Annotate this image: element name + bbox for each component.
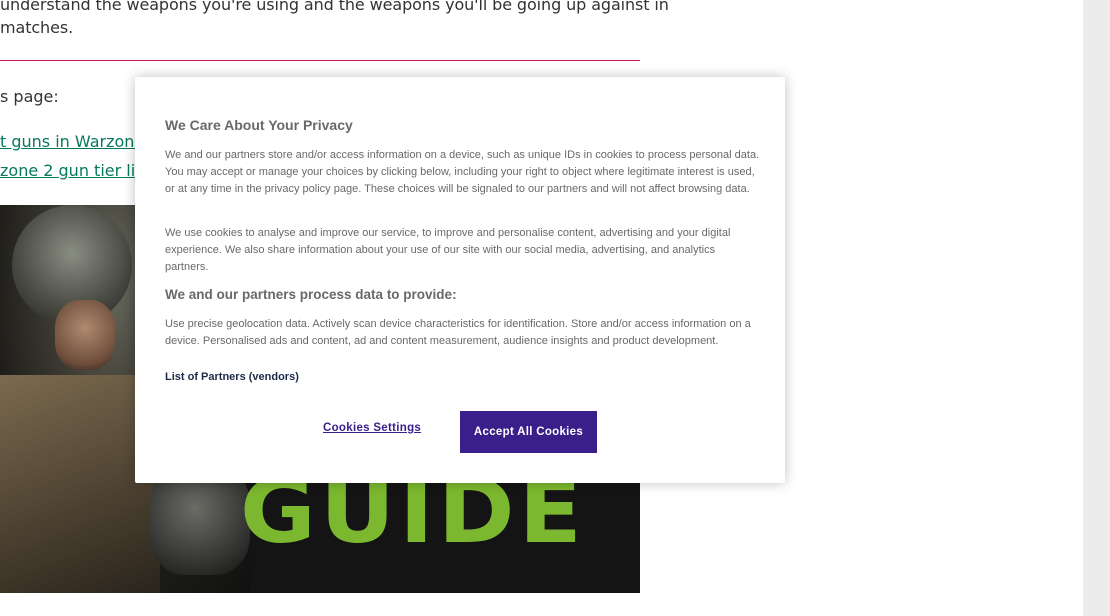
purposes-text: Use precise geolocation data. Actively s… (165, 318, 751, 347)
article-paragraph-line: matches. (0, 18, 74, 37)
accept-all-cookies-button[interactable]: Accept All Cookies (460, 411, 597, 453)
cookie-consent-dialog: We Care About Your Privacy We and our pa… (135, 77, 785, 483)
dialog-paragraph-usage: We use cookies to analyse and improve ou… (165, 227, 731, 273)
article-paragraph-line: understand the weapons you're using and … (0, 0, 669, 14)
page-list-label: s page: (0, 87, 59, 106)
section-divider (0, 60, 640, 61)
dialog-title: We Care About Your Privacy (165, 117, 353, 133)
dialog-paragraph-storage: We and our partners store and/or access … (165, 149, 760, 195)
page-scrollbar[interactable] (1083, 0, 1110, 616)
gun-tier-list-link[interactable]: zone 2 gun tier list (0, 161, 150, 180)
cookies-settings-button[interactable]: Cookies Settings (323, 422, 421, 434)
partners-list-link[interactable]: List of Partners (vendors) (165, 371, 299, 383)
soldier-face (55, 300, 115, 370)
purposes-heading: We and our partners process data to prov… (165, 287, 457, 302)
